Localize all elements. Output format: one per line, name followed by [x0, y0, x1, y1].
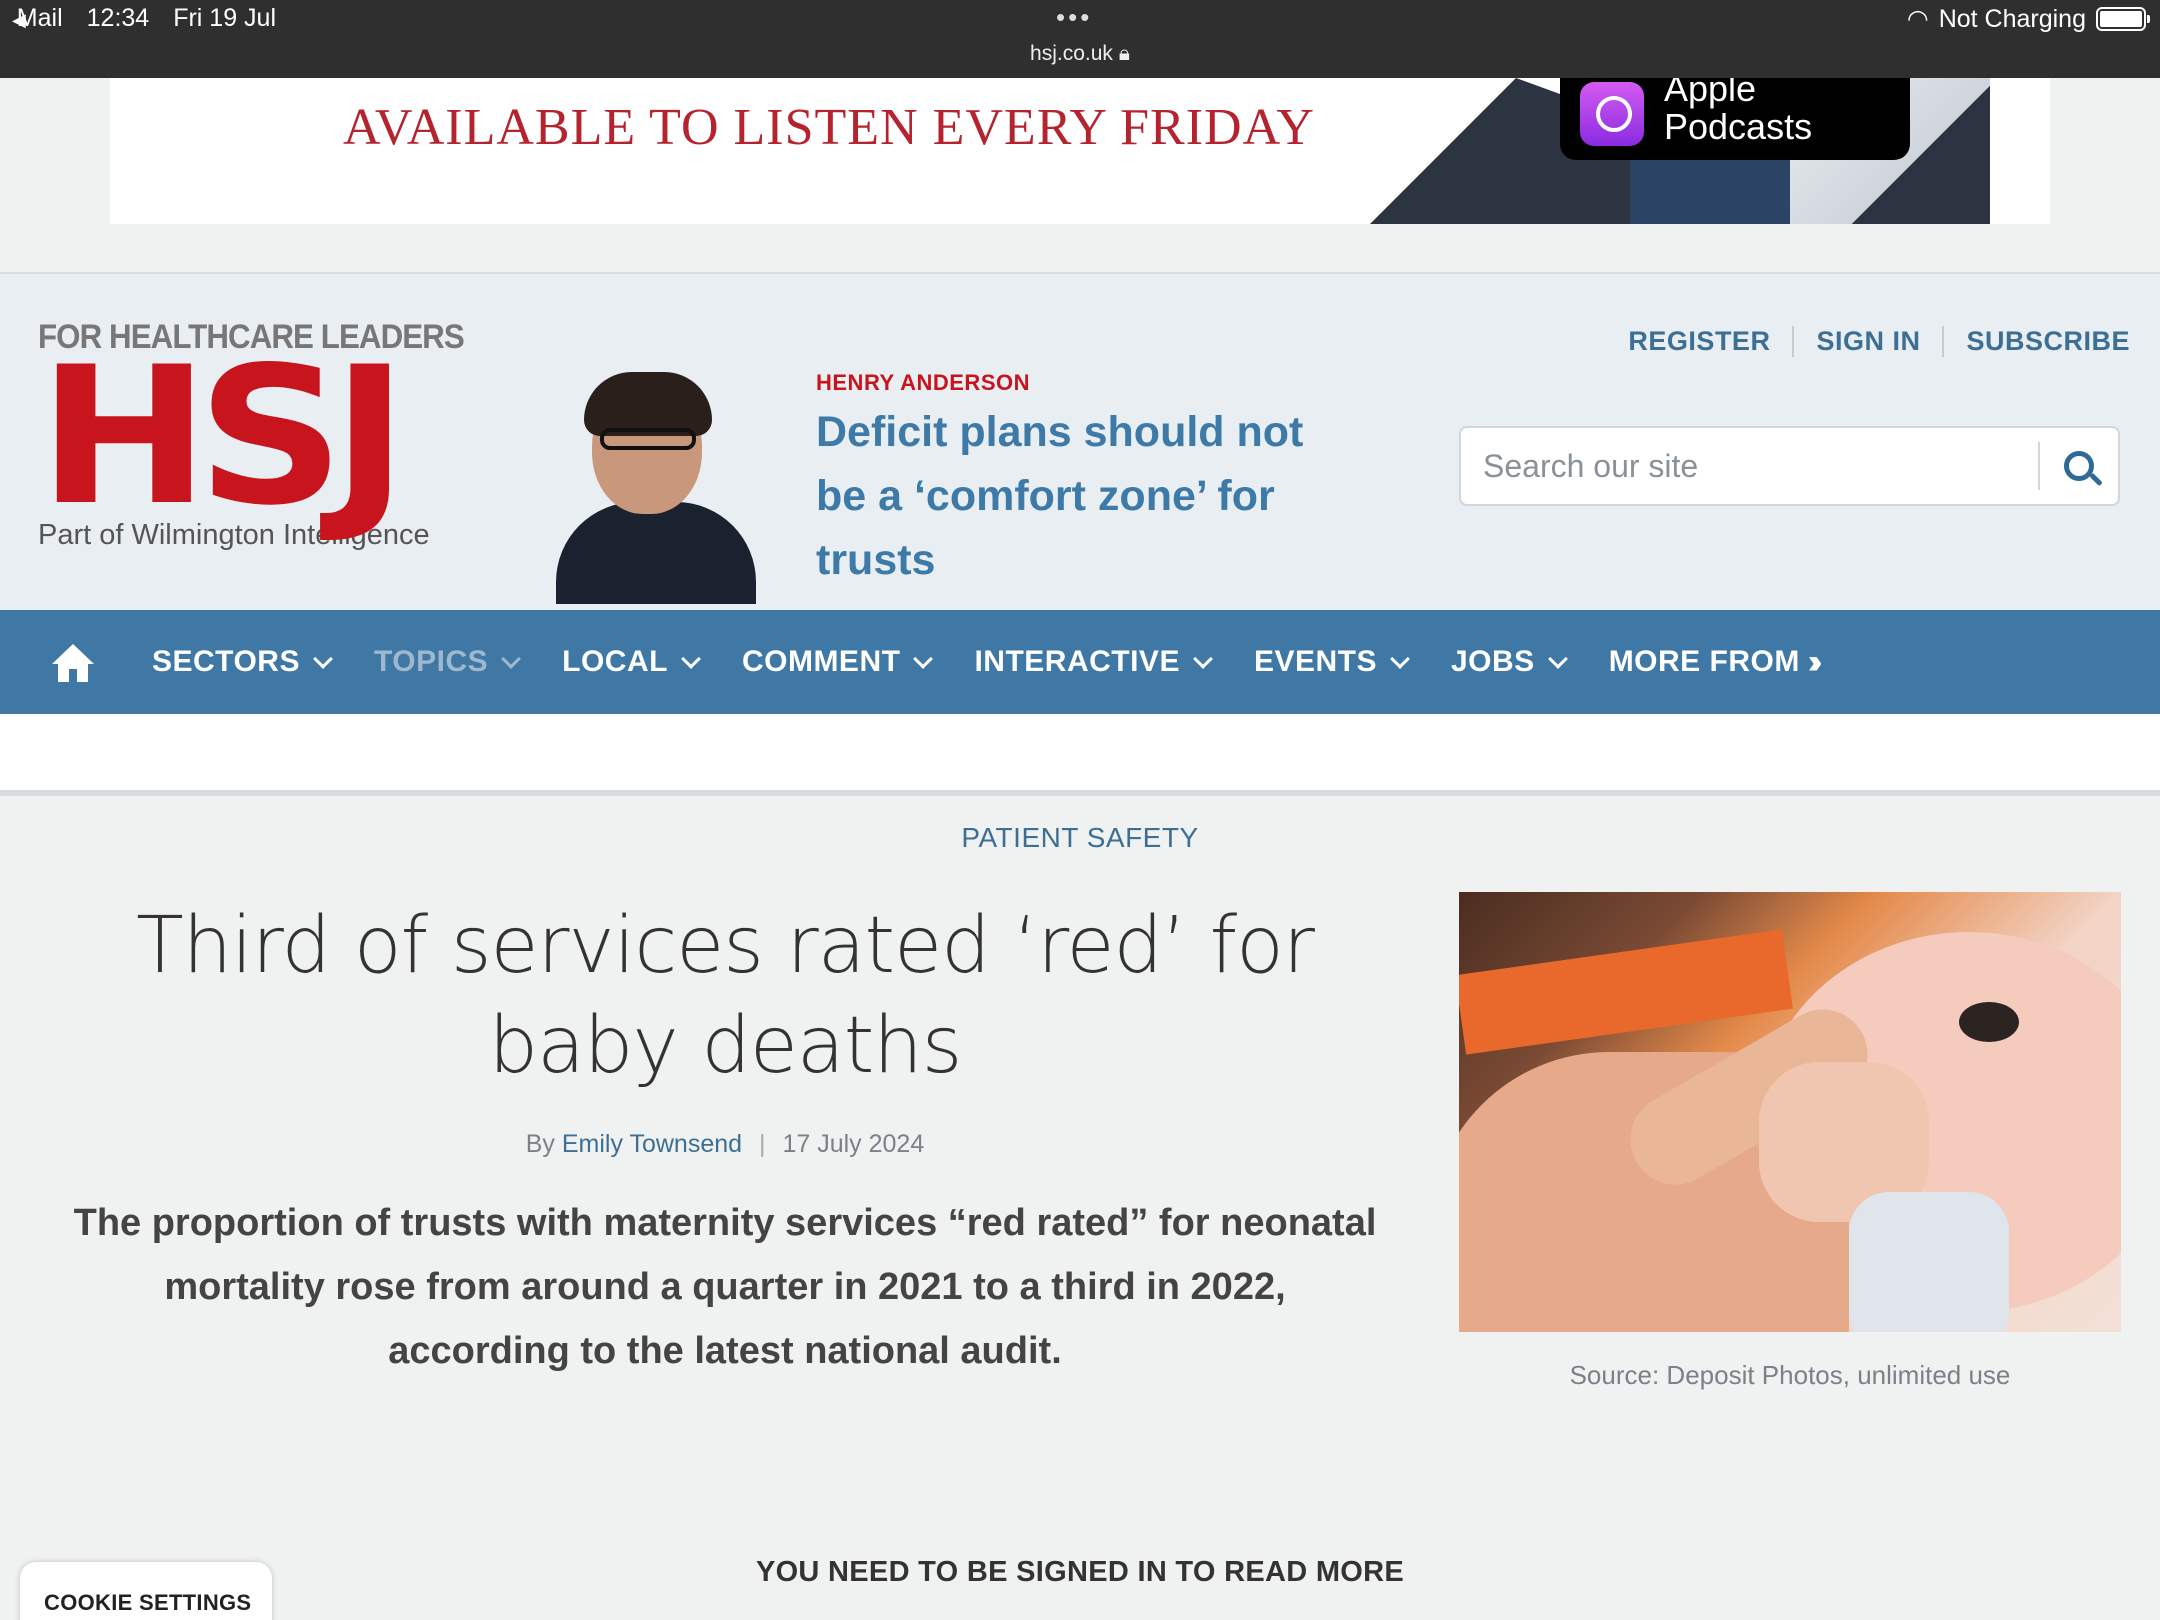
- status-right: ◠ Not Charging: [1906, 4, 2150, 34]
- search-button[interactable]: [2038, 442, 2118, 490]
- article-header: Third of services rated ‘red’ for baby d…: [60, 896, 1390, 1383]
- podcasts-label: Apple Podcasts: [1664, 78, 1812, 146]
- search-box: [1459, 426, 2120, 506]
- nav-label-events: EVENTS: [1253, 645, 1377, 678]
- search-icon: [2064, 451, 2094, 481]
- author-link[interactable]: Emily Townsend: [562, 1130, 742, 1158]
- article-date: 17 July 2024: [782, 1130, 925, 1158]
- nav-label-more-from: MORE FROM: [1608, 645, 1800, 678]
- ad-text: AVAILABLE TO LISTEN EVERY FRIDAY: [343, 99, 1315, 156]
- site-header: FOR HEALTHCARE LEADERS HSJ Part of Wilmi…: [0, 272, 2160, 610]
- podcasts-icon: [1580, 82, 1644, 146]
- byline-prefix: By: [525, 1130, 555, 1158]
- article-byline: By Emily Townsend | 17 July 2024: [60, 1130, 1390, 1159]
- back-to-app-link[interactable]: ◀ Mail: [12, 4, 63, 33]
- cookie-settings-button[interactable]: COOKIE SETTINGS: [20, 1562, 272, 1620]
- promo-title-link[interactable]: Deficit plans should not be a ‘comfort z…: [816, 400, 1336, 592]
- signin-notice: YOU NEED TO BE SIGNED IN TO READ MORE: [755, 1556, 1405, 1588]
- register-link[interactable]: REGISTER: [1606, 326, 1795, 357]
- nav-label-jobs: JOBS: [1450, 645, 1535, 678]
- chevron-down-icon: [313, 649, 333, 669]
- status-left: ◀ Mail 12:34 Fri 19 Jul: [12, 4, 276, 33]
- chevron-down-icon: [1193, 649, 1213, 669]
- nav-item-jobs[interactable]: JOBS: [1450, 645, 1568, 679]
- article-headline: Third of services rated ‘red’ for baby d…: [136, 901, 1315, 1091]
- home-icon[interactable]: [52, 644, 94, 682]
- charging-status: Not Charging: [1938, 4, 2086, 33]
- nav-label-interactive: INTERACTIVE: [974, 645, 1180, 678]
- nav-item-topics[interactable]: TOPICS: [373, 645, 522, 679]
- image-caption: Source: Deposit Photos, unlimited use: [1569, 1360, 2011, 1390]
- chevron-down-icon: [1390, 649, 1410, 669]
- chevron-down-icon: [681, 649, 701, 669]
- hsj-logo[interactable]: FOR HEALTHCARE LEADERS HSJ Part of Wilmi…: [38, 318, 465, 552]
- subscribe-link[interactable]: SUBSCRIBE: [1944, 326, 2130, 357]
- photo-hair-shape: [584, 372, 712, 436]
- nav-item-sectors[interactable]: SECTORS: [152, 645, 333, 679]
- content-top-strip: [0, 714, 2160, 796]
- nav-label-sectors: SECTORS: [152, 645, 300, 678]
- nav-label-topics: TOPICS: [373, 645, 489, 678]
- back-app-label: Mail: [16, 4, 63, 32]
- nav-item-more-from[interactable]: MORE FROM ››: [1608, 642, 1822, 682]
- status-time: 12:34: [86, 4, 150, 32]
- byline-separator: |: [759, 1130, 766, 1158]
- article-category-link[interactable]: PATIENT SAFETY: [0, 822, 2160, 854]
- nav-item-local[interactable]: LOCAL: [562, 645, 701, 679]
- more-dots-icon[interactable]: •••: [1056, 2, 1092, 33]
- chevron-down-icon: [1547, 649, 1568, 669]
- podcasts-label-line2: Podcasts: [1664, 106, 1813, 147]
- double-chevron-right-icon: ››: [1807, 642, 1822, 681]
- promo-author-photo[interactable]: [556, 372, 756, 604]
- ios-status-bar: ◀ Mail 12:34 Fri 19 Jul ••• hsj.co.uk 🔒︎…: [0, 0, 2160, 78]
- ad-banner[interactable]: AVAILABLE TO LISTEN EVERY FRIDAY Apple P…: [110, 78, 2050, 224]
- promo-author: HENRY ANDERSON: [816, 370, 1030, 395]
- podcasts-label-line1: Apple: [1664, 78, 1757, 109]
- photo-glasses-shape: [600, 428, 696, 450]
- chevron-down-icon: [501, 649, 522, 669]
- logo-mark: HSJ: [38, 326, 408, 547]
- sign-in-link[interactable]: SIGN IN: [1794, 326, 1945, 357]
- photo-body-shape: [556, 502, 756, 604]
- account-links: REGISTER SIGN IN SUBSCRIBE: [1606, 326, 2130, 357]
- nav-label-comment: COMMENT: [741, 645, 901, 678]
- main-nav: SECTORS TOPICS LOCAL COMMENT INTERACTIVE…: [0, 610, 2160, 714]
- url-text: hsj.co.uk: [1030, 42, 1113, 65]
- status-date: Fri 19 Jul: [173, 4, 277, 32]
- article-standfirst: The proportion of trusts with maternity …: [73, 1202, 1377, 1372]
- chevron-down-icon: [913, 649, 934, 669]
- search-input[interactable]: [1461, 428, 2038, 504]
- apple-podcasts-badge[interactable]: Apple Podcasts: [1560, 78, 1910, 160]
- battery-icon: [2096, 7, 2150, 31]
- nav-items: SECTORS TOPICS LOCAL COMMENT INTERACTIVE…: [152, 610, 1859, 714]
- article-image: [1459, 892, 2121, 1332]
- address-bar[interactable]: hsj.co.uk 🔒︎: [0, 42, 2160, 66]
- promo-teaser[interactable]: HENRY ANDERSON Deficit plans should not …: [816, 370, 1336, 592]
- nav-item-comment[interactable]: COMMENT: [741, 645, 934, 679]
- wifi-icon: ◠: [1906, 5, 1929, 33]
- nav-item-events[interactable]: EVENTS: [1253, 645, 1410, 679]
- nav-label-local: LOCAL: [562, 645, 668, 678]
- nav-item-interactive[interactable]: INTERACTIVE: [974, 645, 1213, 679]
- lock-icon: 🔒︎: [1118, 42, 1130, 65]
